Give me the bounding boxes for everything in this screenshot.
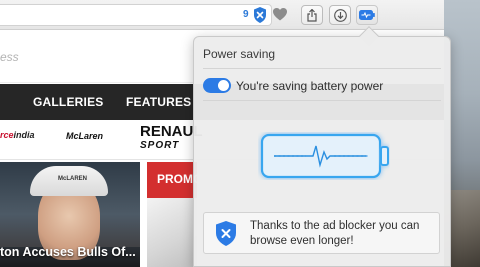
ad-blocker-message: Thanks to the ad blocker you can browse … <box>250 219 435 249</box>
ad-message-line-2: browse even longer! <box>250 235 354 247</box>
blocked-count-badge: 9 <box>243 9 249 20</box>
article-headline[interactable]: ton Accuses Bulls Of... <box>0 245 136 259</box>
address-bar[interactable] <box>0 4 272 26</box>
nav-features[interactable]: FEATURES <box>126 95 191 109</box>
share-button[interactable] <box>301 5 323 25</box>
promo-image[interactable] <box>147 198 197 267</box>
download-icon <box>333 8 347 22</box>
force-india-logo[interactable]: rceindia <box>0 130 35 140</box>
battery-icon <box>359 10 375 20</box>
logo-text-b: india <box>13 130 35 140</box>
popup-title: Power saving <box>203 47 276 61</box>
downloads-button[interactable] <box>329 5 351 25</box>
power-saving-toggle-label: You're saving battery power <box>236 79 384 93</box>
photo-cap-text: McLAREN <box>58 176 88 182</box>
site-search-input[interactable]: ess <box>0 50 19 64</box>
battery-saver-button[interactable] <box>356 5 378 25</box>
mclaren-logo[interactable]: McLaren <box>66 131 103 141</box>
ad-message-line-1: Thanks to the ad blocker you can <box>250 220 420 232</box>
popup-divider <box>203 68 441 69</box>
share-icon <box>307 8 317 22</box>
ad-blocker-shield-icon[interactable] <box>253 7 267 23</box>
heart-icon[interactable] <box>273 8 287 21</box>
power-saving-toggle[interactable] <box>203 78 231 93</box>
battery-heartbeat-icon <box>260 133 389 179</box>
logo-text-a: rce <box>0 130 14 140</box>
nav-galleries[interactable]: GALLERIES <box>33 95 103 109</box>
ad-blocker-shield-icon <box>216 221 236 246</box>
popup-divider <box>203 100 441 101</box>
toggle-knob <box>218 80 229 91</box>
